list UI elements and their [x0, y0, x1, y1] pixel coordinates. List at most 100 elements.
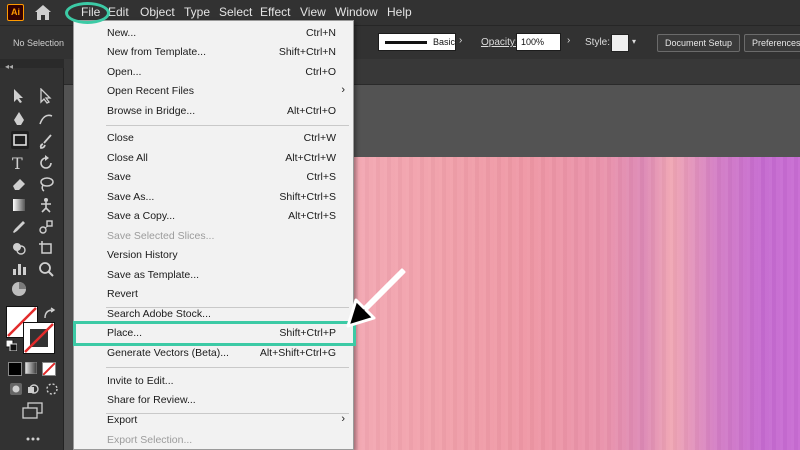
- lasso-tool-icon[interactable]: [38, 176, 54, 192]
- menu-item-label: Revert: [107, 288, 138, 300]
- none-mode-icon[interactable]: [42, 362, 56, 376]
- menu-window[interactable]: Window: [335, 5, 378, 19]
- paintbrush-tool-icon[interactable]: [38, 133, 54, 149]
- submenu-arrow-icon: ›: [341, 84, 345, 96]
- blend-tool-icon[interactable]: [38, 219, 54, 235]
- menu-item-close[interactable]: Close Ctrl+W: [74, 129, 353, 148]
- preferences-button[interactable]: Preferences: [744, 34, 800, 52]
- stroke-profile-label: Basic: [433, 37, 456, 47]
- menu-item-label: Export Selection...: [107, 434, 193, 446]
- menu-item-label: Close: [107, 132, 134, 144]
- direct-selection-tool-icon[interactable]: [38, 88, 54, 104]
- menu-item-generate-vectors[interactable]: Generate Vectors (Beta)... Alt+Shift+Ctr…: [74, 344, 353, 363]
- document-setup-button[interactable]: Document Setup: [657, 34, 741, 52]
- menu-item-label: Invite to Edit...: [107, 375, 174, 387]
- menu-edit[interactable]: Edit: [108, 5, 129, 19]
- menu-effect[interactable]: Effect: [260, 5, 290, 19]
- shape-builder-tool-icon[interactable]: [11, 240, 27, 256]
- menu-item-new[interactable]: New... Ctrl+N: [74, 24, 353, 43]
- menu-item-label: Version History: [107, 249, 178, 261]
- menu-item-label: Search Adobe Stock...: [107, 308, 211, 320]
- menu-item-close-all[interactable]: Close All Alt+Ctrl+W: [74, 149, 353, 168]
- menu-view[interactable]: View: [300, 5, 326, 19]
- puppet-warp-tool-icon[interactable]: [38, 197, 54, 213]
- pointer-arrow-icon: [344, 268, 408, 330]
- menu-item-share-for-review[interactable]: Share for Review...: [74, 391, 353, 410]
- menu-item-save-as[interactable]: Save As... Shift+Ctrl+S: [74, 188, 353, 207]
- menu-item-label: New from Template...: [107, 46, 207, 58]
- stroke-swatch[interactable]: [23, 322, 55, 354]
- menu-select[interactable]: Select: [219, 5, 252, 19]
- type-tool-icon[interactable]: T: [11, 155, 27, 171]
- menu-item-label: Save as Template...: [107, 269, 200, 281]
- menu-item-open-recent-files[interactable]: Open Recent Files ›: [74, 82, 353, 101]
- artboard-tool-icon[interactable]: [38, 240, 54, 256]
- menu-item-label: Save a Copy...: [107, 210, 176, 222]
- zoom-tool-icon[interactable]: [38, 261, 54, 277]
- gradient-mode-icon[interactable]: [25, 362, 37, 374]
- menu-item-label: Export: [107, 414, 138, 426]
- eraser-tool-icon[interactable]: [11, 176, 27, 192]
- menu-object[interactable]: Object: [140, 5, 175, 19]
- menu-item-label: Generate Vectors (Beta)...: [107, 347, 229, 359]
- file-menu-highlight-circle: [65, 2, 110, 24]
- menu-item-save-a-copy[interactable]: Save a Copy... Alt+Ctrl+S: [74, 207, 353, 226]
- menu-item-invite-to-edit[interactable]: Invite to Edit...: [74, 372, 353, 391]
- menu-separator: [106, 125, 349, 126]
- swap-fill-stroke-icon[interactable]: [42, 306, 58, 322]
- draw-normal-icon[interactable]: [8, 381, 24, 397]
- menu-item-save-as-template[interactable]: Save as Template...: [74, 266, 353, 285]
- artboard-watercolor-artwork[interactable]: [340, 157, 800, 450]
- color-wheel-icon[interactable]: [11, 281, 27, 297]
- menu-type[interactable]: Type: [184, 5, 210, 19]
- tools-panel-header[interactable]: ◂◂: [0, 59, 64, 71]
- menu-item-revert[interactable]: Revert: [74, 285, 353, 304]
- color-mode-icon[interactable]: [8, 362, 22, 376]
- menu-item-label: Open Recent Files: [107, 85, 194, 97]
- menu-item-label: Save As...: [107, 191, 155, 203]
- illustrator-logo: Ai: [7, 4, 24, 21]
- gradient-tool-icon[interactable]: [11, 197, 27, 213]
- menu-item-shortcut: Ctrl+W: [303, 132, 336, 144]
- menu-item-shortcut: Ctrl+O: [305, 66, 336, 78]
- home-icon[interactable]: [33, 3, 53, 22]
- graphic-style-swatch[interactable]: [611, 34, 629, 52]
- menu-item-label: Save: [107, 171, 131, 183]
- menu-item-browse-in-bridge[interactable]: Browse in Bridge... Alt+Ctrl+O: [74, 102, 353, 121]
- screen-mode-icon[interactable]: [22, 402, 44, 420]
- menu-separator: [106, 367, 349, 368]
- draw-inside-icon[interactable]: [44, 381, 60, 397]
- style-label: Style:: [585, 37, 611, 48]
- menu-item-new-from-template[interactable]: New from Template... Shift+Ctrl+N: [74, 43, 353, 62]
- menu-item-save[interactable]: Save Ctrl+S: [74, 168, 353, 187]
- tools-panel: ◂◂ T: [0, 59, 64, 450]
- menu-item-export[interactable]: Export ›: [74, 411, 353, 430]
- opacity-input[interactable]: 100%: [516, 33, 561, 51]
- file-menu-dropdown: New... Ctrl+N New from Template... Shift…: [73, 20, 354, 450]
- chevron-down-icon[interactable]: ▾: [632, 37, 636, 46]
- menu-item-label: Open...: [107, 66, 142, 78]
- stroke-profile-dropdown[interactable]: Basic: [378, 33, 456, 51]
- rectangle-tool-icon[interactable]: [11, 131, 29, 149]
- curvature-tool-icon[interactable]: [38, 111, 54, 127]
- bar-graph-tool-icon[interactable]: [11, 261, 27, 277]
- more-tools-icon[interactable]: [25, 436, 41, 442]
- menu-item-export-selection: Export Selection...: [74, 431, 353, 450]
- menu-item-open[interactable]: Open... Ctrl+O: [74, 63, 353, 82]
- submenu-arrow-icon: ›: [341, 413, 345, 425]
- eyedropper-tool-icon[interactable]: [11, 219, 27, 235]
- chevron-right-icon[interactable]: ›: [459, 35, 462, 46]
- chevron-right-icon[interactable]: ›: [567, 35, 570, 46]
- rotate-tool-icon[interactable]: [38, 155, 54, 171]
- opacity-label[interactable]: Opacity:: [481, 37, 518, 48]
- draw-behind-icon[interactable]: [26, 381, 42, 397]
- menu-help[interactable]: Help: [387, 5, 412, 19]
- selection-tool-icon[interactable]: [11, 88, 27, 104]
- menu-item-shortcut: Shift+Ctrl+N: [278, 46, 336, 58]
- menu-item-shortcut: Alt+Ctrl+W: [285, 152, 336, 164]
- menu-item-version-history[interactable]: Version History: [74, 246, 353, 265]
- menu-item-shortcut: Alt+Ctrl+S: [288, 210, 336, 222]
- default-fill-stroke-icon[interactable]: [6, 340, 17, 351]
- pen-tool-icon[interactable]: [11, 111, 27, 127]
- menu-item-label: Share for Review...: [107, 394, 196, 406]
